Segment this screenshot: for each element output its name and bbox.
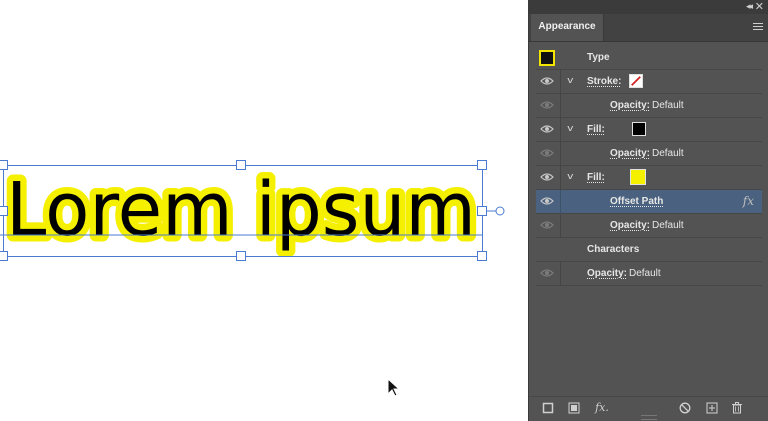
opacity-label[interactable]: Opacity: xyxy=(587,268,627,279)
panel-resize-grip[interactable] xyxy=(641,415,657,420)
appearance-row-type[interactable]: Type xyxy=(536,46,762,70)
text-port-handle[interactable] xyxy=(495,206,505,216)
handle-top-left[interactable] xyxy=(0,160,8,170)
collapse-panel-icon[interactable]: ◂◂ xyxy=(746,1,753,12)
characters-label[interactable]: Characters xyxy=(587,244,639,255)
appearance-row-characters[interactable]: Characters xyxy=(536,238,762,262)
offset-path-link[interactable]: Offset Path xyxy=(610,196,663,207)
panel-title-bar[interactable]: ◂◂ ✕ xyxy=(529,0,768,14)
panel-menu-icon[interactable] xyxy=(753,23,763,32)
type-label: Type xyxy=(587,52,610,63)
visibility-eye-icon[interactable] xyxy=(540,148,554,158)
visibility-eye-icon[interactable] xyxy=(540,76,554,86)
artwork-main-text: Lorem ipsum xyxy=(6,167,476,253)
appearance-row-opacity[interactable]: Opacity: Default xyxy=(536,262,762,286)
visibility-eye-icon[interactable] xyxy=(540,172,554,182)
close-panel-icon[interactable]: ✕ xyxy=(755,0,764,13)
appearance-row-stroke-opacity[interactable]: Opacity: Default xyxy=(536,94,762,118)
type-thumbnail-icon xyxy=(539,50,555,66)
clear-appearance-icon[interactable] xyxy=(679,402,691,414)
fill-label[interactable]: Fill: xyxy=(587,172,605,183)
opacity-label[interactable]: Opacity: xyxy=(610,148,650,159)
visibility-eye-icon[interactable] xyxy=(540,124,554,134)
opacity-label[interactable]: Opacity: xyxy=(610,220,650,231)
visibility-eye-icon[interactable] xyxy=(540,268,554,278)
tab-appearance[interactable]: Appearance xyxy=(531,14,604,41)
duplicate-item-icon[interactable] xyxy=(706,402,718,414)
appearance-row-fill-black[interactable]: v Fill: xyxy=(536,118,762,142)
appearance-row-offset-path[interactable]: Offset Path fx xyxy=(536,190,762,214)
mouse-pointer-icon xyxy=(387,378,401,397)
add-new-fill-icon[interactable] xyxy=(568,402,580,414)
handle-bottom-left[interactable] xyxy=(0,251,8,261)
fill-swatch-black[interactable] xyxy=(632,122,646,136)
appearance-list: Type v Stroke: Opacity: Default v Fill: xyxy=(536,46,762,286)
handle-bottom-center[interactable] xyxy=(236,251,246,261)
panel-tab-bar: Appearance xyxy=(529,14,768,42)
opacity-value: Default xyxy=(652,148,684,159)
chevron-down-icon[interactable]: v xyxy=(567,123,573,133)
handle-top-center[interactable] xyxy=(236,160,246,170)
fill-swatch-yellow[interactable] xyxy=(630,169,646,185)
fx-icon: fx xyxy=(742,194,754,208)
stroke-swatch-none-icon[interactable] xyxy=(629,74,643,88)
fill-label[interactable]: Fill: xyxy=(587,124,605,135)
opacity-value: Default xyxy=(629,268,661,279)
handle-mid-right[interactable] xyxy=(477,206,487,216)
opacity-value: Default xyxy=(652,100,684,111)
add-effect-fx-button[interactable]: fx. xyxy=(593,402,611,414)
appearance-panel: ◂◂ ✕ Appearance Type v Stroke: Opacity: … xyxy=(528,0,768,421)
appearance-row-stroke[interactable]: v Stroke: xyxy=(536,70,762,94)
appearance-row-fill-yellow-opacity[interactable]: Opacity: Default xyxy=(536,214,762,238)
opacity-label[interactable]: Opacity: xyxy=(610,100,650,111)
artwork[interactable]: Lorem ipsum Lorem ipsum xyxy=(0,0,528,421)
chevron-down-icon[interactable]: v xyxy=(567,171,573,181)
artboard-canvas[interactable]: Lorem ipsum Lorem ipsum xyxy=(0,0,528,421)
appearance-row-fill-yellow[interactable]: v Fill: xyxy=(536,166,762,190)
delete-item-icon[interactable] xyxy=(731,402,743,414)
handle-bottom-right[interactable] xyxy=(477,251,487,261)
opacity-value: Default xyxy=(652,220,684,231)
visibility-eye-icon[interactable] xyxy=(540,220,554,230)
chevron-down-icon[interactable]: v xyxy=(567,75,573,85)
handle-top-right[interactable] xyxy=(477,160,487,170)
panel-bottom-toolbar: fx. xyxy=(529,396,768,421)
visibility-eye-icon[interactable] xyxy=(540,100,554,110)
handle-mid-left[interactable] xyxy=(0,206,8,216)
stroke-label[interactable]: Stroke: xyxy=(587,76,621,87)
add-new-stroke-icon[interactable] xyxy=(542,402,554,414)
visibility-eye-icon[interactable] xyxy=(540,196,554,206)
appearance-row-fill-black-opacity[interactable]: Opacity: Default xyxy=(536,142,762,166)
